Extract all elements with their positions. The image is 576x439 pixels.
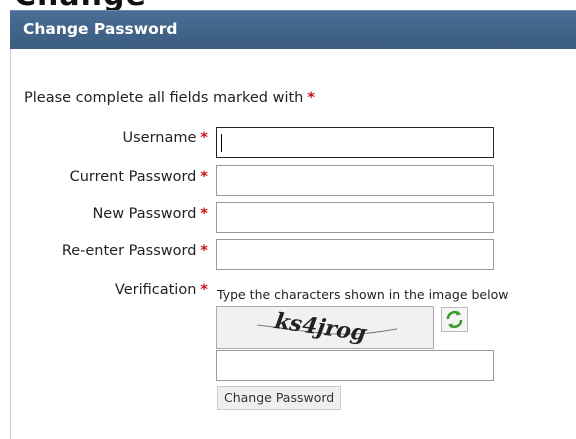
text-caret <box>221 134 222 152</box>
current-password-input[interactable] <box>216 165 494 196</box>
panel-left-border <box>10 49 11 439</box>
current-password-label-text: Current Password <box>69 169 197 185</box>
username-label: Username * <box>122 130 208 146</box>
panel-header: Change Password <box>10 10 576 49</box>
new-password-input[interactable] <box>216 202 494 233</box>
refresh-icon <box>446 310 463 329</box>
new-password-label-text: New Password <box>92 206 197 222</box>
reenter-password-input[interactable] <box>216 239 494 270</box>
form-instructions: Please complete all fields marked with * <box>24 90 315 106</box>
change-password-button[interactable]: Change Password <box>217 386 342 410</box>
required-marker: * <box>200 282 208 298</box>
username-input[interactable] <box>216 127 494 158</box>
cropped-heading: Change <box>14 0 147 10</box>
page-title: Change Password <box>23 20 178 38</box>
reenter-password-label-text: Re-enter Password <box>61 243 197 259</box>
new-password-label: New Password * <box>92 206 208 222</box>
required-marker: * <box>200 243 208 259</box>
verification-label: Verification * <box>115 282 208 298</box>
captcha-hint: Type the characters shown in the image b… <box>217 287 509 302</box>
required-marker: * <box>200 206 208 222</box>
instructions-text: Please complete all fields marked with <box>24 90 304 106</box>
captcha-input[interactable] <box>216 350 494 381</box>
required-marker: * <box>307 90 315 106</box>
captcha-refresh-button[interactable] <box>441 307 468 332</box>
current-password-label: Current Password * <box>70 169 208 185</box>
username-label-text: Username <box>122 130 197 146</box>
top-partial-text-strip: Change <box>0 0 576 10</box>
required-marker: * <box>200 130 208 146</box>
captcha-graphic: ks4jrog <box>217 307 433 348</box>
reenter-password-label: Re-enter Password * <box>62 243 208 259</box>
verification-label-text: Verification <box>114 282 197 298</box>
required-marker: * <box>200 169 208 185</box>
captcha-image: ks4jrog <box>216 306 434 349</box>
